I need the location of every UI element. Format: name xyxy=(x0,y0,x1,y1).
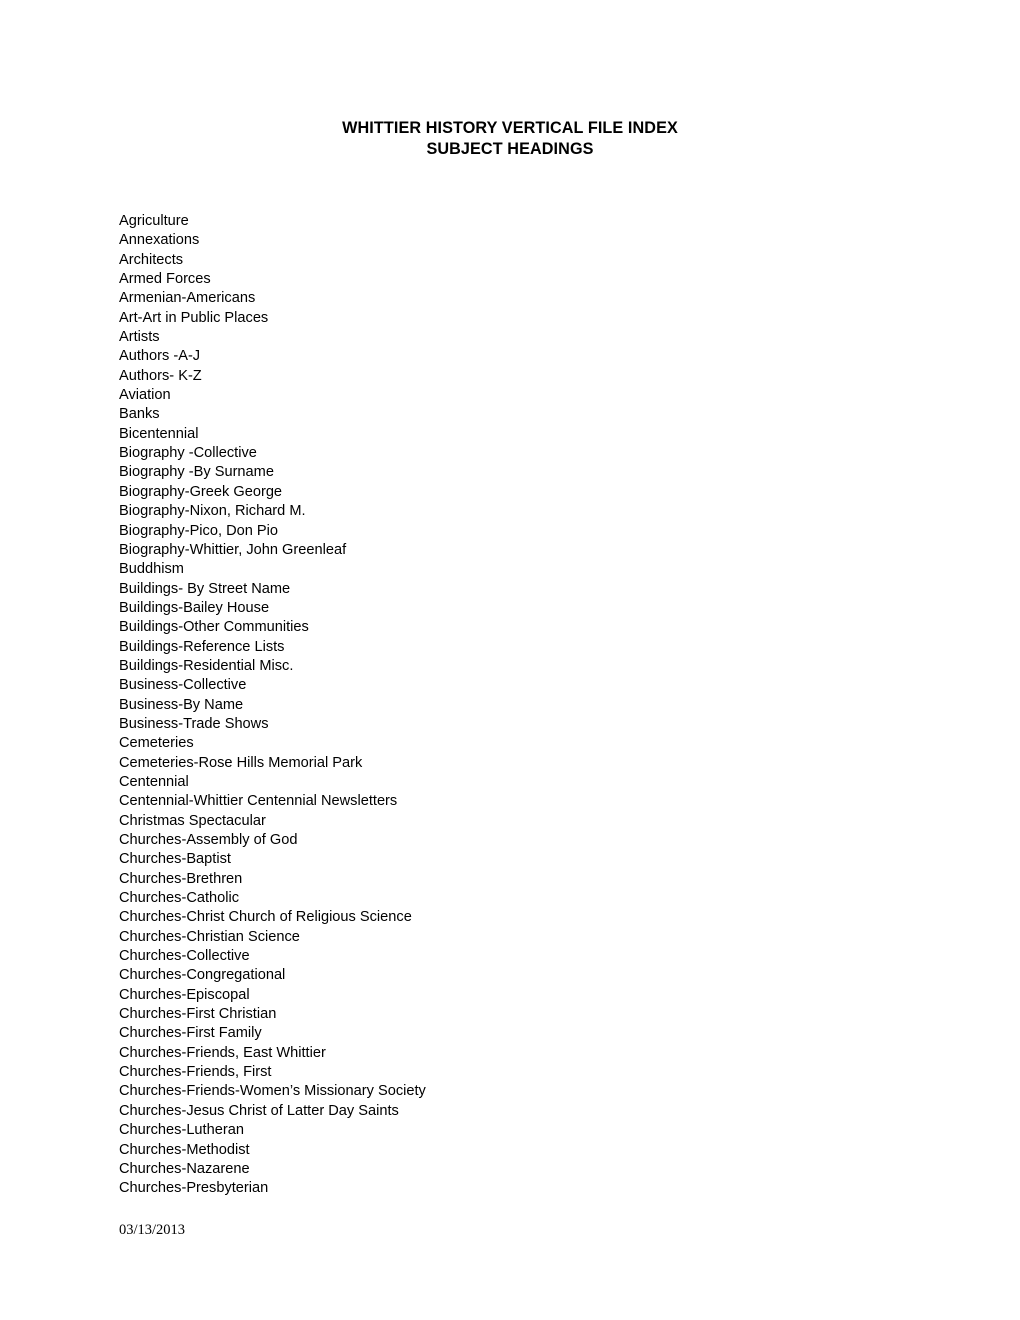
list-item: Buildings-Reference Lists xyxy=(119,638,285,655)
list-item: Banks xyxy=(119,406,160,423)
list-item: Buildings-Residential Misc. xyxy=(119,657,294,674)
list-item: Churches-First Family xyxy=(119,1025,262,1042)
list-item: Biography-Nixon, Richard M. xyxy=(119,503,306,520)
list-item: Buildings-Other Communities xyxy=(119,619,309,636)
list-item: Armed Forces xyxy=(119,271,211,288)
list-item: Churches-First Christian xyxy=(119,1006,277,1023)
list-item: Churches-Christian Science xyxy=(119,928,300,945)
list-item: Churches-Assembly of God xyxy=(119,832,298,848)
list-item: Biography -By Surname xyxy=(119,464,274,481)
list-item: Aviation xyxy=(119,387,171,404)
list-item: Churches-Episcopal xyxy=(119,986,250,1003)
list-item: Business-Collective xyxy=(119,677,247,694)
footer-date: 03/13/2013 xyxy=(119,1222,186,1238)
list-item: Churches-Lutheran xyxy=(119,1122,244,1139)
list-item: Centennial-Whittier Centennial Newslette… xyxy=(119,793,398,810)
list-item: Buddhism xyxy=(119,561,184,578)
list-item: Churches-Friends, First xyxy=(119,1064,272,1081)
list-item: Architects xyxy=(119,251,184,268)
list-item: Cemeteries-Rose Hills Memorial Park xyxy=(119,754,363,771)
list-item: Authors -A-J xyxy=(119,348,201,365)
list-item: Churches-Baptist xyxy=(119,851,231,868)
list-item: Churches-Jesus Christ of Latter Day Sain… xyxy=(119,1102,399,1119)
list-item: Biography-Greek George xyxy=(119,483,283,500)
list-item: Churches-Christ Church of Religious Scie… xyxy=(119,909,412,926)
list-item: Christmas Spectacular xyxy=(119,812,266,829)
page-title-line-1: WHITTIER HISTORY VERTICAL FILE INDEX xyxy=(342,119,678,137)
list-item: Business-Trade Shows xyxy=(119,715,269,732)
document-page: WHITTIER HISTORY VERTICAL FILE INDEX SUB… xyxy=(0,0,1020,1320)
list-item: Annexations xyxy=(119,232,200,249)
list-item: Artists xyxy=(119,329,160,346)
list-item: Authors- K-Z xyxy=(119,367,202,384)
list-item: Cemeteries xyxy=(119,735,194,752)
list-item: Churches-Collective xyxy=(119,948,250,965)
list-item: Buildings-Bailey House xyxy=(119,599,270,616)
list-item: Churches-Presbyterian xyxy=(119,1180,269,1197)
page-title: WHITTIER HISTORY VERTICAL FILE INDEX SUB… xyxy=(0,118,1020,160)
list-item: Churches-Brethren xyxy=(119,870,243,887)
page-title-line-2: SUBJECT HEADINGS xyxy=(426,140,594,158)
list-item: Bicentennial xyxy=(119,425,199,442)
list-item: Agriculture xyxy=(119,213,189,229)
list-item: Churches-Friends, East Whittier xyxy=(119,1044,326,1061)
list-item: Centennial xyxy=(119,773,189,790)
list-item: Churches-Methodist xyxy=(119,1141,250,1158)
list-item: Churches-Congregational xyxy=(119,967,286,984)
list-item: Biography-Whittier, John Greenleaf xyxy=(119,541,347,558)
list-item: Churches-Nazarene xyxy=(119,1160,250,1177)
list-item: Art-Art in Public Places xyxy=(119,309,269,326)
list-item: Biography -Collective xyxy=(119,445,257,462)
subject-headings-list: Agriculture Annexations Architects Armed Fo… xyxy=(119,212,939,1199)
list-item: Churches-Friends-Women’s Missionary Soci… xyxy=(119,1083,426,1100)
list-item: Buildings- By Street Name xyxy=(119,580,291,597)
list-item: Business-By Name xyxy=(119,696,244,713)
list-item: Biography-Pico, Don Pio xyxy=(119,522,278,539)
list-item: Armenian-Americans xyxy=(119,290,256,307)
list-item: Churches-Catholic xyxy=(119,890,240,907)
